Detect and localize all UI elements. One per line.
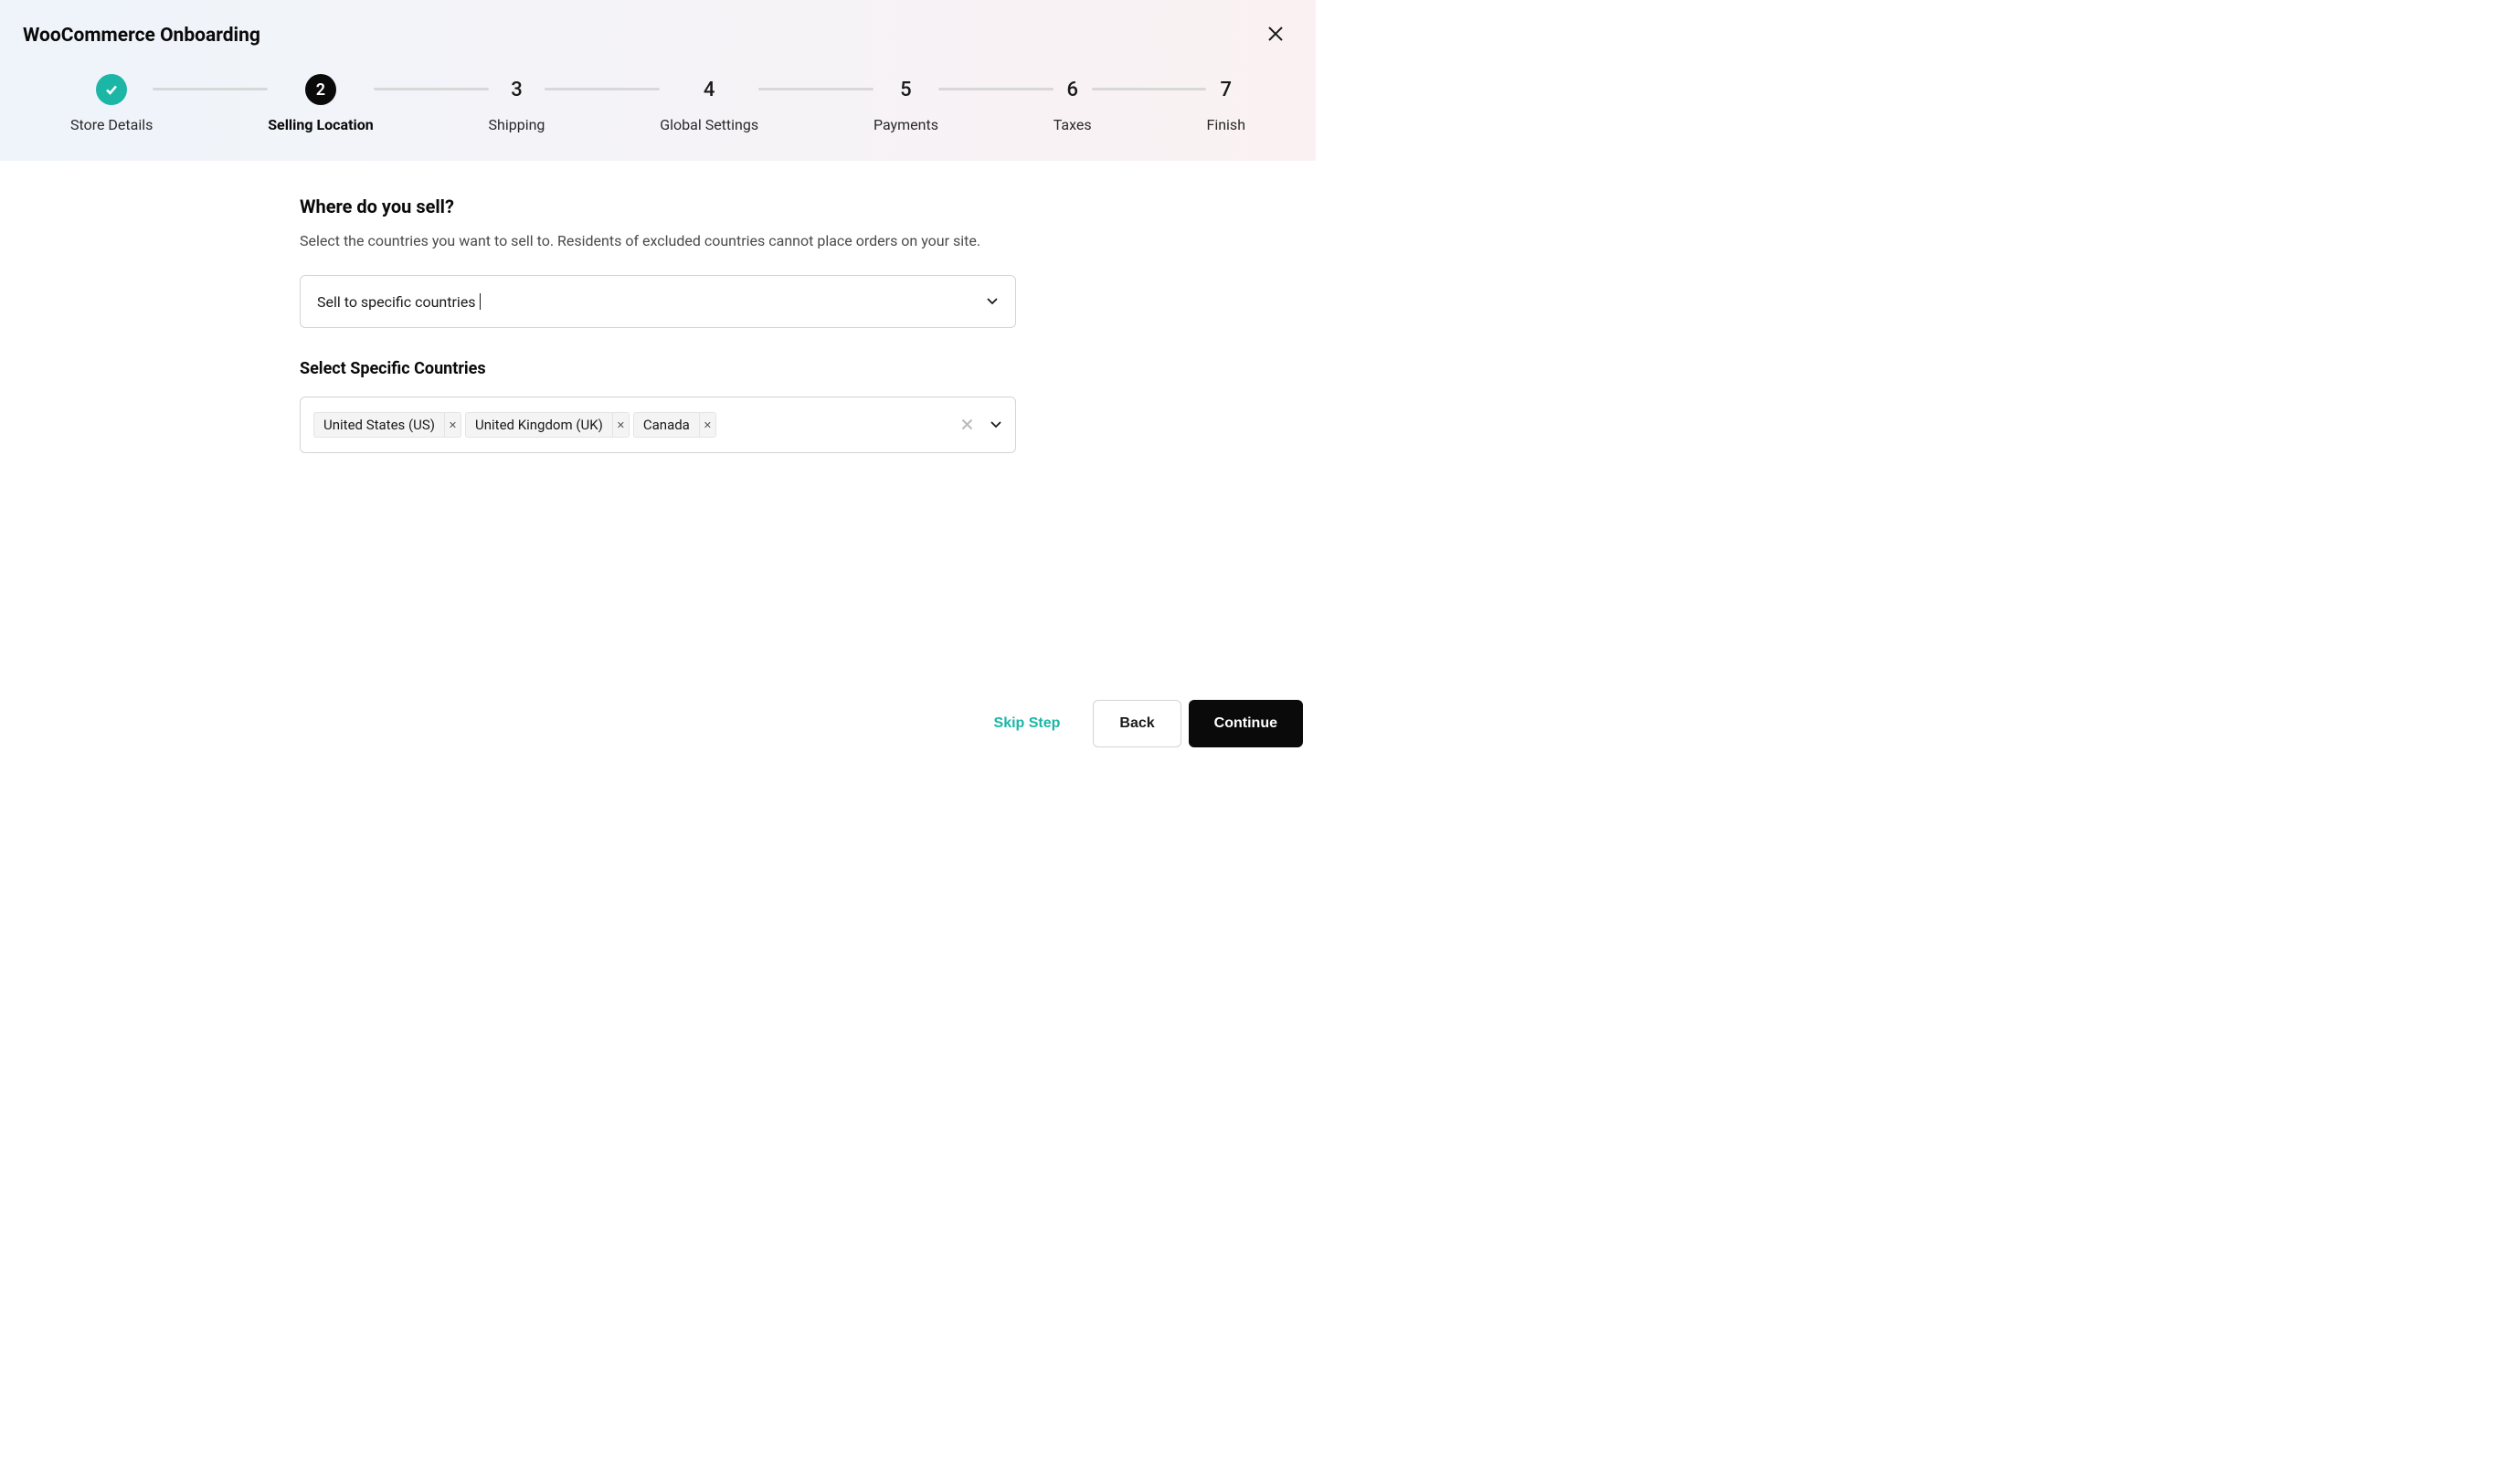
step-label: Payments — [874, 116, 938, 133]
step-circle-pending: 4 — [694, 74, 725, 105]
step-connector — [1092, 88, 1207, 90]
chip-label: Canada — [634, 413, 699, 437]
step-label: Selling Location — [268, 116, 374, 133]
step-global-settings[interactable]: 4 Global Settings — [660, 74, 758, 133]
selected-chips: United States (US) ✕ United Kingdom (UK)… — [313, 412, 716, 438]
step-payments[interactable]: 5 Payments — [874, 74, 938, 133]
continue-button[interactable]: Continue — [1189, 700, 1303, 747]
step-label: Finish — [1206, 116, 1245, 133]
step-circle-pending: 5 — [890, 74, 921, 105]
step-label: Global Settings — [660, 116, 758, 133]
chip-remove-button[interactable]: ✕ — [699, 413, 715, 437]
header-top-bar: WooCommerce Onboarding — [23, 22, 1293, 48]
back-button[interactable]: Back — [1093, 700, 1181, 747]
skip-step-button[interactable]: Skip Step — [969, 700, 1086, 747]
close-icon — [1267, 26, 1284, 42]
footer-actions: Skip Step Back Continue — [969, 687, 1316, 760]
country-chip: Canada ✕ — [633, 412, 716, 438]
chip-label: United Kingdom (UK) — [466, 413, 612, 437]
step-taxes[interactable]: 6 Taxes — [1054, 74, 1092, 133]
step-connector — [374, 88, 489, 90]
step-circle-complete — [96, 74, 127, 105]
text-cursor — [480, 293, 481, 310]
step-connector — [758, 88, 874, 90]
chip-remove-button[interactable]: ✕ — [444, 413, 461, 437]
chevron-down-icon — [986, 293, 999, 311]
step-circle-pending: 6 — [1057, 74, 1088, 105]
country-chip: United Kingdom (UK) ✕ — [465, 412, 630, 438]
country-chip: United States (US) ✕ — [313, 412, 461, 438]
step-store-details[interactable]: Store Details — [70, 74, 153, 133]
countries-label: Select Specific Countries — [300, 359, 1016, 378]
progress-stepper: Store Details 2 Selling Location 3 Shipp… — [23, 74, 1293, 133]
clear-all-button[interactable] — [961, 417, 973, 434]
close-button[interactable] — [1264, 22, 1287, 48]
chip-label: United States (US) — [314, 413, 444, 437]
countries-multiselect[interactable]: United States (US) ✕ United Kingdom (UK)… — [300, 397, 1016, 453]
step-connector — [153, 88, 268, 90]
section-title: Where do you sell? — [300, 196, 1016, 217]
step-circle-pending: 3 — [501, 74, 532, 105]
chip-remove-button[interactable]: ✕ — [612, 413, 629, 437]
step-circle-active: 2 — [305, 74, 336, 105]
step-connector — [545, 88, 660, 90]
selling-mode-select[interactable]: Sell to specific countries — [300, 275, 1016, 328]
section-description: Select the countries you want to sell to… — [300, 232, 1016, 249]
chevron-down-icon[interactable] — [990, 417, 1002, 434]
multiselect-controls — [961, 417, 1002, 434]
close-icon — [961, 418, 973, 430]
step-shipping[interactable]: 3 Shipping — [489, 74, 545, 133]
step-label: Taxes — [1054, 116, 1092, 133]
select-value: Sell to specific countries — [317, 293, 481, 311]
step-selling-location[interactable]: 2 Selling Location — [268, 74, 374, 133]
step-label: Shipping — [489, 116, 545, 133]
step-finish[interactable]: 7 Finish — [1206, 74, 1245, 133]
step-label: Store Details — [70, 116, 153, 133]
step-connector — [938, 88, 1054, 90]
select-value-text: Sell to specific countries — [317, 293, 476, 311]
check-icon — [104, 82, 119, 97]
onboarding-header: WooCommerce Onboarding Store Details 2 S… — [0, 0, 1316, 161]
main-content: Where do you sell? Select the countries … — [300, 161, 1016, 453]
app-title: WooCommerce Onboarding — [23, 25, 260, 47]
step-circle-pending: 7 — [1211, 74, 1242, 105]
